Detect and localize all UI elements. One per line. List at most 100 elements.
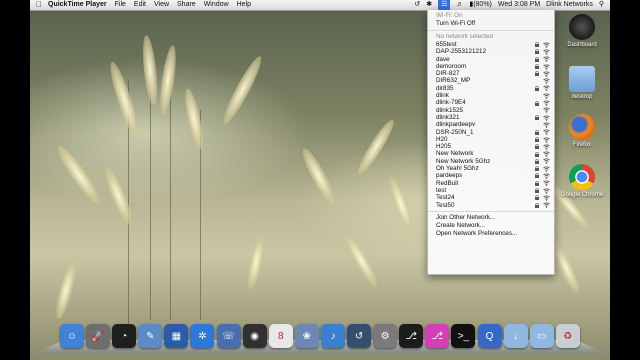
- network-name: test: [436, 186, 447, 194]
- apple-menu-icon[interactable]: : [30, 0, 48, 10]
- network-item[interactable]: 655test: [428, 41, 554, 48]
- menu-edit[interactable]: Edit: [134, 0, 146, 10]
- network-name: RedBull: [436, 179, 459, 187]
- usb-pink-icon[interactable]: ⎇: [425, 324, 450, 348]
- lock-icon: [535, 49, 539, 55]
- time-machine-status-icon[interactable]: ↺: [414, 0, 420, 10]
- network-item[interactable]: dlink1525: [428, 107, 554, 114]
- network-name: H205: [436, 143, 452, 151]
- ical-icon[interactable]: 8: [268, 324, 293, 348]
- turn-wifi-off-item[interactable]: Turn Wi-Fi Off: [428, 20, 554, 28]
- user-menu[interactable]: Dlink Networks: [546, 0, 593, 10]
- network-name: DSR-250N_1: [436, 128, 474, 136]
- facetime-icon[interactable]: ☏: [216, 324, 241, 348]
- menu-share[interactable]: Share: [177, 0, 196, 10]
- volume-status-icon[interactable]: ♬: [456, 0, 463, 10]
- desktop-icon-desktop-folder[interactable]: desktop: [557, 66, 607, 100]
- menu-help[interactable]: Help: [237, 0, 251, 10]
- network-item[interactable]: DAP-2553121212: [428, 48, 554, 55]
- wifi-signal-icon: [543, 136, 550, 143]
- menu-window[interactable]: Window: [204, 0, 229, 10]
- camera-icon[interactable]: ◉: [242, 324, 267, 348]
- usb-icon[interactable]: ⎇: [399, 324, 424, 348]
- downloads-folder-icon[interactable]: ↓: [503, 324, 528, 348]
- network-item[interactable]: test: [428, 187, 554, 194]
- network-item[interactable]: dlink321: [428, 114, 554, 121]
- dock: ☺ 🚀 ◔ ✎ ▦ ✲ ☏ ◉ 8 ❀ ♪ ↺ ⚙ ⎇ ⎇ >_ Q ↓ ▭ ♻: [34, 322, 606, 354]
- time-machine-icon[interactable]: ↺: [347, 324, 372, 348]
- network-name: Oh Yeah! 5Ghz: [436, 165, 479, 173]
- wifi-signal-icon: [543, 100, 550, 107]
- network-item[interactable]: DIR-827: [428, 70, 554, 77]
- mission-control-icon[interactable]: ▦: [164, 324, 189, 348]
- dashboard-icon[interactable]: ◔: [112, 324, 137, 348]
- network-name: dlink: [436, 92, 449, 100]
- network-name: dave: [436, 55, 450, 63]
- network-name: dlinkpardeepv: [436, 121, 476, 129]
- wifi-status-icon[interactable]: ☰: [438, 0, 451, 10]
- chrome-icon: [569, 164, 595, 190]
- safari-icon[interactable]: ✲: [190, 324, 215, 348]
- lock-icon: [535, 85, 539, 91]
- network-name: pardeeps: [436, 172, 463, 180]
- open-network-preferences-item[interactable]: Open Network Preferences...: [428, 230, 554, 238]
- network-item[interactable]: dlink-79E4: [428, 99, 554, 106]
- wifi-signal-icon: [543, 158, 550, 165]
- network-item[interactable]: RedBull: [428, 180, 554, 187]
- wifi-signal-icon: [543, 78, 550, 85]
- spotlight-icon[interactable]: ⚲: [599, 0, 604, 10]
- network-item[interactable]: dave: [428, 56, 554, 63]
- finder-icon[interactable]: ☺: [60, 324, 84, 348]
- lock-icon: [535, 56, 539, 62]
- wifi-signal-icon: [543, 85, 550, 92]
- network-item[interactable]: H205: [428, 143, 554, 150]
- firefox-icon: [569, 114, 595, 140]
- wifi-signal-icon: [543, 173, 550, 179]
- network-item[interactable]: New Network: [428, 150, 554, 157]
- trash-icon[interactable]: ♻: [555, 324, 580, 348]
- network-item[interactable]: demoroom: [428, 63, 554, 70]
- documents-folder-icon[interactable]: ▭: [529, 324, 554, 348]
- iphoto-icon[interactable]: ❀: [294, 324, 319, 348]
- desktop-icon-dashboard[interactable]: Dashboard: [557, 14, 607, 48]
- network-item[interactable]: DIR632_MP: [428, 77, 554, 84]
- launchpad-icon[interactable]: 🚀: [86, 324, 111, 348]
- lock-icon: [535, 180, 539, 186]
- wifi-signal-icon: [543, 115, 550, 121]
- network-item[interactable]: dlinkpardeepv: [428, 121, 554, 128]
- network-item[interactable]: New Network 5Ghz: [428, 158, 554, 165]
- itunes-icon[interactable]: ♪: [320, 324, 345, 348]
- join-other-network-item[interactable]: Join Other Network...: [428, 214, 554, 222]
- network-name: New Network: [436, 150, 474, 158]
- desktop-icon-chrome[interactable]: Google Chrome: [557, 164, 607, 198]
- clock[interactable]: Wed 3:08 PM: [498, 0, 540, 10]
- quicktime-icon[interactable]: Q: [477, 324, 502, 348]
- network-item[interactable]: H20: [428, 136, 554, 143]
- network-item[interactable]: Oh Yeah! 5Ghz: [428, 165, 554, 172]
- menu-file[interactable]: File: [115, 0, 126, 10]
- network-name: DIR632_MP: [436, 77, 471, 85]
- network-name: 655test: [436, 41, 457, 48]
- network-item[interactable]: DSR-250N_1: [428, 129, 554, 136]
- network-item[interactable]: Test50: [428, 202, 554, 209]
- system-preferences-icon[interactable]: ⚙: [373, 324, 398, 348]
- battery-percent: (80%): [473, 1, 492, 8]
- menu-view[interactable]: View: [154, 0, 169, 10]
- network-item[interactable]: dlink: [428, 92, 554, 99]
- lock-icon: [535, 202, 539, 208]
- lock-icon: [535, 151, 539, 157]
- menu-separator: [428, 210, 554, 212]
- network-name: Test50: [436, 201, 455, 209]
- network-item[interactable]: Test24: [428, 194, 554, 201]
- letterbox-left: [0, 0, 30, 360]
- terminal-icon[interactable]: >_: [451, 324, 476, 348]
- network-item[interactable]: dir835: [428, 85, 554, 92]
- battery-status[interactable]: ▮(80%): [469, 0, 492, 10]
- bluetooth-status-icon[interactable]: ✱: [426, 0, 432, 10]
- create-network-item[interactable]: Create Network...: [428, 222, 554, 230]
- wifi-dropdown-menu: Wi-Fi: On Turn Wi-Fi Off No network sele…: [427, 10, 555, 275]
- desktop-icon-firefox[interactable]: Firefox: [557, 114, 607, 148]
- preview-icon[interactable]: ✎: [138, 324, 163, 348]
- app-menu[interactable]: QuickTime Player: [48, 0, 107, 10]
- network-item[interactable]: pardeeps: [428, 172, 554, 179]
